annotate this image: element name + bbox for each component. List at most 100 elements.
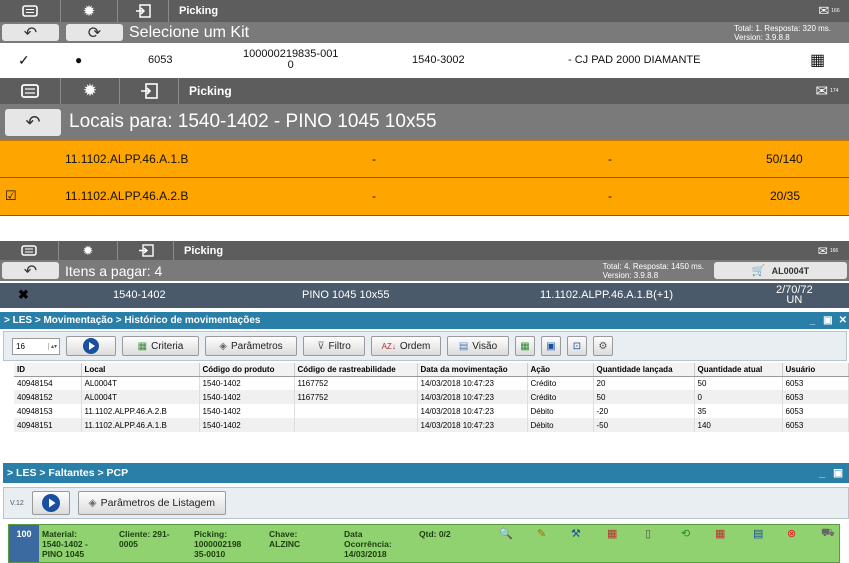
location-row[interactable]: 11.1102.ALPP.46.A.1.B - - 50/140	[0, 140, 849, 178]
messages-badge: 166	[829, 247, 839, 254]
tag-icon: ◈	[219, 340, 227, 352]
card-number: 100	[9, 525, 39, 562]
col-trace[interactable]: Código de rastreabilidade	[294, 363, 418, 377]
s2-title-bar: ↶ Locais para: 1540-1402 - PINO 1045 10x…	[0, 104, 849, 140]
close-icon[interactable]: ✕	[839, 315, 847, 326]
report-icon[interactable]: ▤	[753, 527, 763, 540]
maximize-icon[interactable]: ▣	[823, 315, 832, 326]
settings-gear-icon[interactable]: ✹	[61, 0, 117, 22]
logout-icon[interactable]	[118, 241, 173, 260]
s4-toolbar: 16 ▴▾ ▦ Criteria ◈ Parâmetros ⊽ Filtro AZ↓ Or…	[3, 331, 847, 361]
edit-icon[interactable]: ✎	[537, 527, 546, 540]
minimize-icon[interactable]: _	[810, 315, 816, 326]
listing-parameters-button[interactable]: ◈ Parâmetros de Listagem	[77, 491, 226, 515]
export-excel-button[interactable]: ▦	[515, 336, 535, 356]
cycle-icon[interactable]: ⟲	[681, 527, 690, 540]
cart-button[interactable]: 🛒 AL0004T	[714, 262, 847, 279]
col-action[interactable]: Ação	[527, 363, 594, 377]
menu-icon[interactable]	[0, 78, 60, 104]
criteria-button[interactable]: ▦ Criteria	[122, 336, 199, 356]
run-button[interactable]	[66, 336, 116, 356]
status-total: Total: 1. Resposta: 320 ms.	[734, 23, 831, 33]
export-button[interactable]: ⊡	[567, 336, 587, 356]
calendar-icon[interactable]: ▦	[607, 527, 617, 540]
app-title: Picking	[184, 244, 224, 257]
play-icon	[41, 494, 60, 512]
col-id[interactable]: ID	[14, 363, 82, 377]
criteria-icon: ▦	[137, 340, 148, 352]
export-icon: ⊡	[572, 340, 582, 352]
page-size-spinner[interactable]: 16 ▴▾	[12, 337, 60, 355]
col-date[interactable]: Data da movimentação	[417, 363, 528, 377]
col-qty-posted[interactable]: Quantidade lançada	[593, 363, 695, 377]
wrench-icon: ⚙	[598, 340, 608, 352]
play-icon	[83, 338, 99, 354]
col-product[interactable]: Código do produto	[199, 363, 295, 377]
item-row[interactable]: ✖ 1540-1402 PINO 1045 10x55 11.1102.ALPP…	[0, 283, 849, 308]
table-row[interactable]: 40948151 11.1102.ALPP.46.A.1.B 1540-1402 14…	[14, 418, 849, 432]
save-icon: ▣	[546, 340, 556, 352]
messages-icon[interactable]: ✉ 166	[807, 241, 849, 260]
material-value: 1540-1402 -	[42, 539, 88, 549]
refresh-button[interactable]: ⟳	[66, 24, 123, 42]
col-user[interactable]: Usuário	[782, 363, 849, 377]
s5-panel-header: > LES > Faltantes > PCP _ ▣	[3, 463, 849, 483]
kit-ref: 1540-3002	[412, 54, 465, 66]
table-row[interactable]: 40948154 AL0004T 1540-1402 1167752 14/03/201…	[14, 376, 849, 390]
table-row[interactable]: 40948153 11.1102.ALPP.46.A.2.B 1540-1402 14…	[14, 404, 849, 418]
settings-gear-icon[interactable]: ✹	[61, 78, 119, 104]
location-code: 11.1102.ALPP.46.A.2.B	[65, 189, 189, 203]
calendar-alert-icon[interactable]: ▦	[715, 527, 725, 540]
page-title: Locais para: 1540-1402 - PINO 1045 10x55	[69, 111, 437, 132]
col-local[interactable]: Local	[81, 363, 200, 377]
cart-label: AL0004T	[771, 265, 810, 276]
kit-row[interactable]: ✓ ● 6053 100000219835-001 0 1540-3002 - …	[0, 45, 849, 75]
menu-icon[interactable]	[0, 0, 60, 22]
search-icon[interactable]: 🔍	[499, 527, 513, 540]
client-value: 0005	[119, 539, 138, 549]
messages-icon[interactable]: ✉ 166	[809, 0, 849, 22]
boxes-icon[interactable]: ▦	[810, 50, 825, 70]
close-icon[interactable]: ✖	[18, 287, 29, 303]
back-button[interactable]: ↶	[5, 108, 61, 136]
status-version: Version: 3.9.8.8	[734, 32, 790, 42]
s1-title-bar: ↶ ⟳ Selecione um Kit Total: 1. Resposta:…	[0, 22, 849, 43]
table-row[interactable]: 40948152 AL0004T 1540-1402 1167752 14/03/201…	[14, 390, 849, 404]
logout-icon[interactable]	[118, 0, 168, 22]
version-label: V.12	[10, 499, 24, 507]
back-button[interactable]: ↶	[2, 262, 59, 280]
filter-button[interactable]: ⊽ Filtro	[303, 336, 365, 356]
messages-badge: 166	[831, 8, 840, 14]
back-button[interactable]: ↶	[2, 24, 59, 42]
status-total: Total: 4. Resposta: 1450 ms.	[602, 261, 704, 271]
settings-gear-icon[interactable]: ✹	[59, 241, 117, 260]
s3-title-bar: ↶ Itens a pagar: 4 Total: 4. Resposta: 1…	[0, 260, 849, 281]
view-button[interactable]: ▤ Visão	[447, 336, 509, 356]
save-button[interactable]: ▣	[541, 336, 561, 356]
app-title: Picking	[189, 84, 232, 98]
wrench-icon[interactable]: ⚒	[571, 527, 581, 540]
run-button[interactable]	[31, 491, 70, 515]
view-icon: ▤	[458, 340, 469, 352]
minimize-icon[interactable]: _	[819, 467, 825, 479]
tag-icon: ◈	[88, 497, 97, 509]
parameters-button[interactable]: ◈ Parâmetros	[205, 336, 297, 356]
truck-icon[interactable]: ⛟	[821, 527, 835, 541]
status-version: Version: 3.9.8.8	[602, 270, 659, 280]
col-qty-current[interactable]: Quantidade atual	[694, 363, 783, 377]
date-label-2: Ocorrência:	[344, 539, 392, 549]
item-code: 1540-1402	[113, 289, 166, 301]
messages-icon[interactable]: ✉ 174	[805, 78, 849, 104]
logout-icon[interactable]	[120, 78, 178, 104]
settings-button[interactable]: ⚙	[593, 336, 613, 356]
key-label: Chave:	[269, 529, 298, 539]
menu-icon[interactable]	[0, 241, 58, 260]
location-row[interactable]: ☑ 11.1102.ALPP.46.A.2.B - - 20/35	[0, 178, 849, 216]
location-code: 11.1102.ALPP.46.A.1.B	[65, 152, 189, 166]
date-label: Data	[344, 529, 363, 539]
maximize-icon[interactable]: ▣	[833, 467, 843, 479]
document-icon[interactable]: ▯	[645, 527, 651, 540]
order-button[interactable]: AZ↓ Ordem	[371, 336, 441, 356]
shortage-card[interactable]: 100 Material: 1540-1402 - PINO 1045 Clie…	[8, 524, 840, 563]
delete-icon[interactable]: ⊗	[787, 527, 796, 540]
